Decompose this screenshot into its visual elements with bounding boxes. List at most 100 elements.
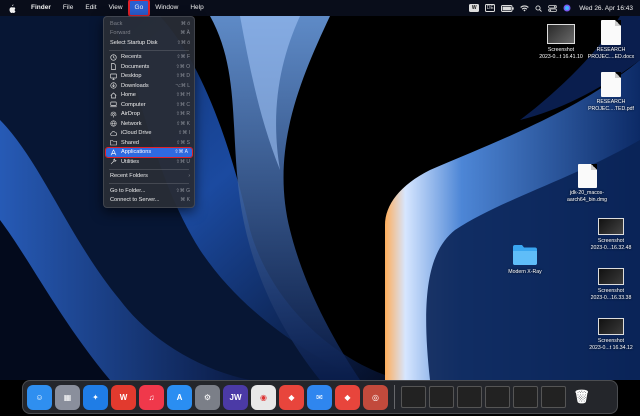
dock-app-glyph: ✦: [92, 392, 99, 402]
cloud-icon: [110, 130, 117, 137]
dock-anydesk-app-icon[interactable]: ◆: [279, 384, 304, 410]
menu-window[interactable]: Window: [149, 0, 184, 16]
menu-item-label: Back: [110, 20, 123, 27]
home-icon: [110, 92, 117, 99]
go-computer-item[interactable]: Computer ⇧⌘ C: [104, 100, 194, 110]
desktop-icon: [110, 73, 117, 80]
dock-app-glyph: ◉: [260, 392, 267, 402]
wifi-icon[interactable]: [520, 4, 530, 12]
desktop-file-screenshot-3[interactable]: Screenshot 2023-0...16.33.38: [587, 268, 635, 301]
go-applications-item[interactable]: Applications ⇧⌘ A: [105, 146, 193, 158]
desktop-file-research-pdf[interactable]: RESEARCH PROJEC....TED.pdf: [586, 72, 636, 112]
menu-view[interactable]: View: [103, 0, 129, 16]
go-recent-folders-item[interactable]: Recent Folders ›: [104, 172, 194, 182]
applications-icon: [110, 149, 117, 156]
menu-finder[interactable]: Finder: [25, 0, 57, 16]
desktop-file-screenshot-4[interactable]: Screenshot 2023-0...t 16.34.12: [587, 318, 635, 351]
shortcut-label: ⌘ ö: [180, 20, 190, 27]
language-badge: DE: [485, 4, 496, 12]
computer-icon: [110, 101, 117, 108]
dock-instruments-app-icon[interactable]: ◎: [363, 384, 388, 410]
dock-safari-app-icon[interactable]: ✦: [83, 384, 108, 410]
menu-item-label: Desktop: [121, 73, 142, 80]
menubar-clock[interactable]: Wed 26. Apr 16:43: [579, 5, 633, 12]
menu-file[interactable]: File: [57, 0, 79, 16]
trash-icon[interactable]: 🗑: [569, 385, 594, 410]
go-network-item[interactable]: Network ⇧⌘ K: [104, 119, 194, 129]
menu-edit[interactable]: Edit: [79, 0, 102, 16]
siri-icon[interactable]: [563, 4, 571, 12]
dock-chrome-app-icon[interactable]: ◉: [251, 384, 276, 410]
go-airdrop-item[interactable]: AirDrop ⇧⌘ R: [104, 110, 194, 120]
dock-system-settings-app-icon[interactable]: ⚙: [195, 384, 220, 410]
screenshot-thumbnail: [547, 24, 575, 44]
dock-app-list: ☺ ▦ ✦ W ♫ A ⚙ JW ◉ ◆ ✉ ◆ ◎: [27, 384, 388, 410]
shared-folder-icon: [110, 139, 117, 146]
control-center-icon[interactable]: [548, 4, 558, 12]
shortcut-label: ⌘ Ä: [180, 30, 190, 37]
dock-minimized-window-2[interactable]: [429, 386, 454, 408]
menu-item-label: iCloud Drive: [121, 130, 152, 137]
search-icon[interactable]: [535, 4, 543, 12]
dock-mail-app-icon[interactable]: ✉: [307, 384, 332, 410]
go-connect-to-server-item[interactable]: Connect to Server... ⌘ K: [104, 196, 194, 206]
battery-icon[interactable]: [501, 4, 514, 12]
language-status-icon[interactable]: DE: [485, 4, 496, 12]
shortcut-label: ⇧⌘ U: [175, 158, 190, 165]
desktop-folder-modern-xray[interactable]: Modern X-Ray: [502, 244, 548, 276]
dock-minimized-window-5[interactable]: [513, 386, 538, 408]
screenshot-thumbnail: [598, 218, 624, 235]
network-icon: [110, 120, 117, 127]
menu-item-label: Go to Folder...: [110, 187, 146, 194]
go-select-startup-disk-item[interactable]: Select Startup Disk ⇧⌘ ö: [104, 38, 194, 48]
dock-minimized-window-4[interactable]: [485, 386, 510, 408]
file-name-line2: PROJEC....ED.docx: [587, 53, 635, 60]
dock-app-store-app-icon[interactable]: A: [167, 384, 192, 410]
shortcut-label: ⇧⌘ D: [175, 73, 190, 80]
dock-finder-app-icon[interactable]: ☺: [27, 384, 52, 410]
menu-item-label: Recent Folders: [110, 173, 148, 180]
dock-minimized-window-1[interactable]: [401, 386, 426, 408]
dock-launchpad-app-icon[interactable]: ▦: [55, 384, 80, 410]
menu-go[interactable]: Go: [127, 0, 151, 17]
wps-status-icon[interactable]: W: [469, 4, 480, 12]
go-forward-item[interactable]: Forward ⌘ Ä: [104, 29, 194, 39]
go-utilities-item[interactable]: Utilities ⇧⌘ U: [104, 157, 194, 167]
dock-music-app-icon[interactable]: ♫: [139, 384, 164, 410]
keyboard-badge: W: [469, 4, 480, 12]
go-documents-item[interactable]: Documents ⇧⌘ O: [104, 62, 194, 72]
desktop-file-screenshot-1[interactable]: Screenshot 2023-0...t 16.41.10: [536, 24, 586, 60]
dock-minimized-window-3[interactable]: [457, 386, 482, 408]
dock-app-glyph: ◎: [372, 392, 379, 402]
go-to-folder-item[interactable]: Go to Folder... ⇧⌘ G: [104, 186, 194, 196]
desktop-file-jdk-dmg[interactable]: jdk-20_macos- aarch64_bin.dmg: [562, 164, 612, 203]
go-downloads-item[interactable]: Downloads ⌥⌘ L: [104, 81, 194, 91]
dock-minimized-window-6[interactable]: [541, 386, 566, 408]
go-back-item[interactable]: Back ⌘ ö: [104, 19, 194, 29]
menu-item-label: AirDrop: [121, 111, 140, 118]
go-home-item[interactable]: Home ⇧⌘ H: [104, 91, 194, 101]
desktop-file-research-docx[interactable]: RESEARCH PROJEC....ED.docx: [586, 20, 636, 60]
go-desktop-item[interactable]: Desktop ⇧⌘ D: [104, 72, 194, 82]
dock-wps-app-icon[interactable]: W: [111, 384, 136, 410]
go-recents-item[interactable]: Recents ⇧⌘ F: [104, 53, 194, 63]
file-name-line2: 2023-0...16.33.38: [590, 294, 632, 301]
dmg-file-icon: [577, 164, 597, 188]
desktop-wallpaper: [0, 0, 640, 416]
apple-menu-icon[interactable]: [7, 3, 17, 13]
dock-app-glyph: ◆: [344, 392, 351, 402]
menu-item-label: Utilities: [121, 158, 140, 165]
dock-app-glyph: ♫: [148, 392, 155, 402]
dock-anydesk2-app-icon[interactable]: ◆: [335, 384, 360, 410]
go-icloud-drive-item[interactable]: iCloud Drive ⇧⌘ I: [104, 129, 194, 139]
go-shared-item[interactable]: Shared ⇧⌘ S: [104, 138, 194, 148]
file-name-line2: aarch64_bin.dmg: [566, 196, 608, 203]
shortcut-label: ⇧⌘ H: [175, 92, 190, 99]
menu-separator: [109, 183, 189, 184]
desktop-file-screenshot-2[interactable]: Screenshot 2023-0...16.32.48: [587, 218, 635, 251]
shortcut-label: ⇧⌘ I: [178, 130, 190, 137]
dock-jw-library-app-icon[interactable]: JW: [223, 384, 248, 410]
dock-app-glyph: ☺: [35, 392, 44, 402]
docx-file-icon: [601, 20, 621, 45]
menu-help[interactable]: Help: [184, 0, 209, 16]
